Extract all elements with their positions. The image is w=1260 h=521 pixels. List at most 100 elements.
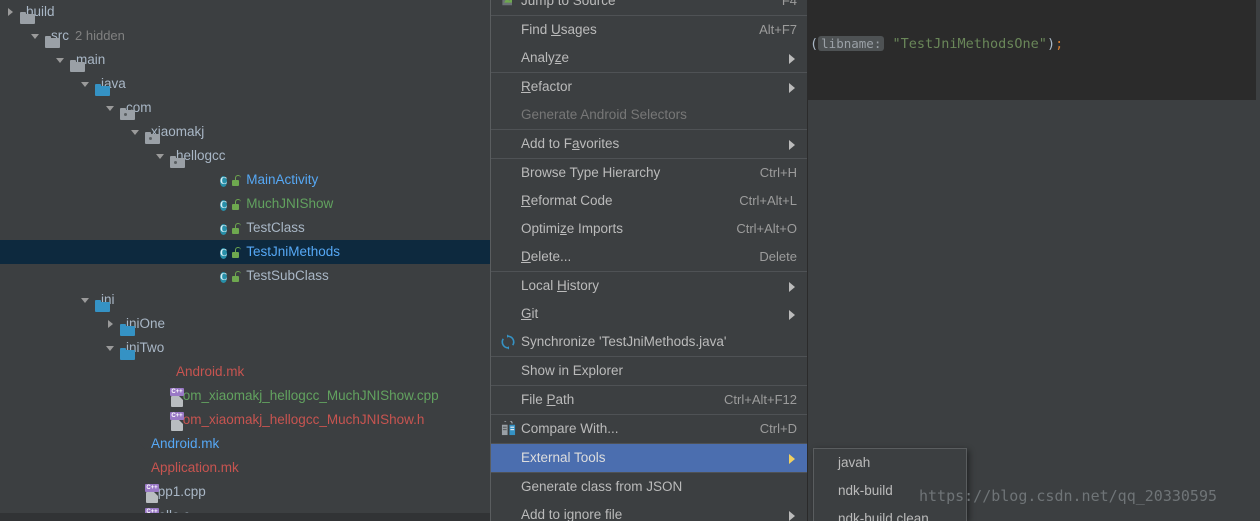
tree-arrow-placeholder bbox=[206, 175, 217, 186]
chevron-right-icon[interactable] bbox=[6, 7, 17, 18]
submenu-arrow-icon bbox=[789, 453, 797, 464]
menu-item-icon-placeholder bbox=[499, 21, 519, 39]
tree-row[interactable]: C++ com_xiaomakj_hellogcc_MuchJNIShow.h bbox=[0, 408, 490, 432]
menu-item-icon-placeholder bbox=[499, 164, 519, 182]
tree-arrow-placeholder bbox=[156, 391, 167, 402]
submenu-arrow-icon bbox=[789, 139, 797, 150]
chevron-down-icon[interactable] bbox=[106, 343, 117, 354]
menu-item[interactable]: Synchronize 'TestJniMethods.java' bbox=[491, 328, 807, 356]
code-open-paren: ( bbox=[810, 36, 819, 52]
tree-row[interactable]: hellogcc bbox=[0, 144, 490, 168]
tree-row[interactable]: Android.mk bbox=[0, 432, 490, 456]
tree-row[interactable]: C++hello.c bbox=[0, 504, 490, 513]
menu-item-shortcut: Ctrl+D bbox=[759, 421, 797, 436]
tree-row[interactable]: C++ cpp1.cpp bbox=[0, 480, 490, 504]
menu-item: Generate Android Selectors bbox=[491, 101, 807, 129]
tree-row-label: Application.mk bbox=[151, 460, 239, 475]
menu-item[interactable]: Git bbox=[491, 300, 807, 328]
menu-item[interactable]: Local History bbox=[491, 272, 807, 300]
menu-item-label: Browse Type Hierarchy bbox=[521, 165, 661, 180]
submenu-item[interactable]: ndk-build clean bbox=[814, 505, 966, 521]
tool-window-bottom-strip bbox=[0, 513, 490, 521]
submenu-arrow-icon bbox=[789, 53, 797, 64]
java-class-icon: C bbox=[220, 248, 228, 259]
tree-row[interactable]: C MuchJNIShow bbox=[0, 192, 490, 216]
menu-item[interactable]: Add to Favorites bbox=[491, 130, 807, 158]
submenu-arrow-icon bbox=[789, 281, 797, 292]
chevron-down-icon[interactable] bbox=[81, 79, 92, 90]
menu-item[interactable]: Compare With... Ctrl+D bbox=[491, 415, 807, 443]
chevron-down-icon[interactable] bbox=[131, 127, 142, 138]
menu-item-icon-placeholder bbox=[499, 506, 519, 521]
menu-item-icon-placeholder bbox=[499, 192, 519, 210]
tree-row[interactable]: build bbox=[0, 0, 490, 24]
menu-item[interactable]: Find Usages Alt+F7 bbox=[491, 16, 807, 44]
menu-item-label: Local History bbox=[521, 278, 600, 293]
tree-row[interactable]: C++ com_xiaomakj_hellogcc_MuchJNIShow.cpp bbox=[0, 384, 490, 408]
submenu-arrow-icon bbox=[789, 82, 797, 93]
menu-item-label: Refactor bbox=[521, 79, 573, 94]
tree-row[interactable]: C MainActivity bbox=[0, 168, 490, 192]
tree-row[interactable]: src 2 hidden bbox=[0, 24, 490, 48]
chevron-right-icon[interactable] bbox=[106, 319, 117, 330]
menu-item[interactable]: Optimize Imports Ctrl+Alt+O bbox=[491, 215, 807, 243]
external-tools-submenu[interactable]: javah ndk-build ndk-build clean bbox=[813, 448, 967, 521]
menu-item-label: Add to Favorites bbox=[521, 136, 620, 151]
parameter-hint-badge: libname: bbox=[818, 36, 885, 51]
menu-item[interactable]: Reformat Code Ctrl+Alt+L bbox=[491, 187, 807, 215]
menu-item-icon-placeholder bbox=[499, 305, 519, 323]
tree-row[interactable]: C TestClass bbox=[0, 216, 490, 240]
menu-item-label: Reformat Code bbox=[521, 193, 613, 208]
menu-item[interactable]: Browse Type Hierarchy Ctrl+H bbox=[491, 159, 807, 187]
code-editor-pane[interactable]: (libname: "TestJniMethodsOne"); bbox=[806, 0, 1260, 100]
menu-item-icon-placeholder bbox=[499, 106, 519, 124]
menu-item[interactable]: Show in Explorer bbox=[491, 357, 807, 385]
menu-item-shortcut: Ctrl+Alt+F12 bbox=[724, 392, 797, 407]
tree-row-label: TestJniMethods bbox=[246, 244, 341, 259]
tree-row[interactable]: jni bbox=[0, 288, 490, 312]
context-menu[interactable]: Jump to Source F4 Find Usages Alt+F7 Analyze… bbox=[490, 0, 808, 521]
tree-row[interactable]: jniOne bbox=[0, 312, 490, 336]
tree-row[interactable]: java bbox=[0, 72, 490, 96]
tree-row[interactable]: jniTwo bbox=[0, 336, 490, 360]
menu-item[interactable]: Add to ignore file bbox=[491, 501, 807, 521]
tree-row[interactable]: C TestSubClass bbox=[0, 264, 490, 288]
menu-item-icon-placeholder bbox=[499, 391, 519, 409]
tree-row-sublabel: 2 hidden bbox=[75, 28, 125, 43]
menu-item[interactable]: Delete... Delete bbox=[491, 243, 807, 271]
menu-item-icon-placeholder bbox=[499, 277, 519, 295]
tree-row[interactable]: Application.mk bbox=[0, 456, 490, 480]
tree-row[interactable]: main bbox=[0, 48, 490, 72]
code-close-paren: ) bbox=[1046, 36, 1056, 52]
chevron-down-icon[interactable] bbox=[31, 31, 42, 42]
menu-item[interactable]: Refactor bbox=[491, 73, 807, 101]
tree-row[interactable]: C TestJniMethods bbox=[0, 240, 490, 264]
menu-item-label: Git bbox=[521, 306, 539, 321]
chevron-down-icon[interactable] bbox=[81, 295, 92, 306]
menu-item[interactable]: Analyze bbox=[491, 44, 807, 72]
menu-item[interactable]: File Path Ctrl+Alt+F12 bbox=[491, 386, 807, 414]
menu-item-icon-placeholder bbox=[499, 220, 519, 238]
chevron-down-icon[interactable] bbox=[156, 151, 167, 162]
tree-row-label: MuchJNIShow bbox=[246, 196, 334, 211]
menu-item-label: Analyze bbox=[521, 50, 570, 65]
tree-arrow-placeholder bbox=[131, 487, 142, 498]
menu-item-label: File Path bbox=[521, 392, 575, 407]
menu-item[interactable]: Jump to Source F4 bbox=[491, 0, 807, 15]
project-tool-window[interactable]: build src 2 hidden main java com xiaomakj hello… bbox=[0, 0, 490, 513]
menu-item-icon-placeholder bbox=[499, 78, 519, 96]
public-visibility-icon bbox=[232, 246, 242, 258]
tree-arrow-placeholder bbox=[206, 271, 217, 282]
tree-row[interactable]: com bbox=[0, 96, 490, 120]
chevron-down-icon[interactable] bbox=[56, 55, 67, 66]
java-class-icon: C bbox=[220, 272, 228, 283]
tree-arrow-placeholder bbox=[206, 199, 217, 210]
tree-row[interactable]: xiaomakj bbox=[0, 120, 490, 144]
tree-row-label: TestSubClass bbox=[246, 268, 329, 283]
menu-item-icon-placeholder bbox=[499, 478, 519, 496]
chevron-down-icon[interactable] bbox=[106, 103, 117, 114]
submenu-item[interactable]: javah bbox=[814, 449, 966, 477]
menu-item[interactable]: External Tools bbox=[491, 444, 807, 472]
tree-row[interactable]: Android.mk bbox=[0, 360, 490, 384]
menu-item[interactable]: Generate class from JSON bbox=[491, 473, 807, 501]
